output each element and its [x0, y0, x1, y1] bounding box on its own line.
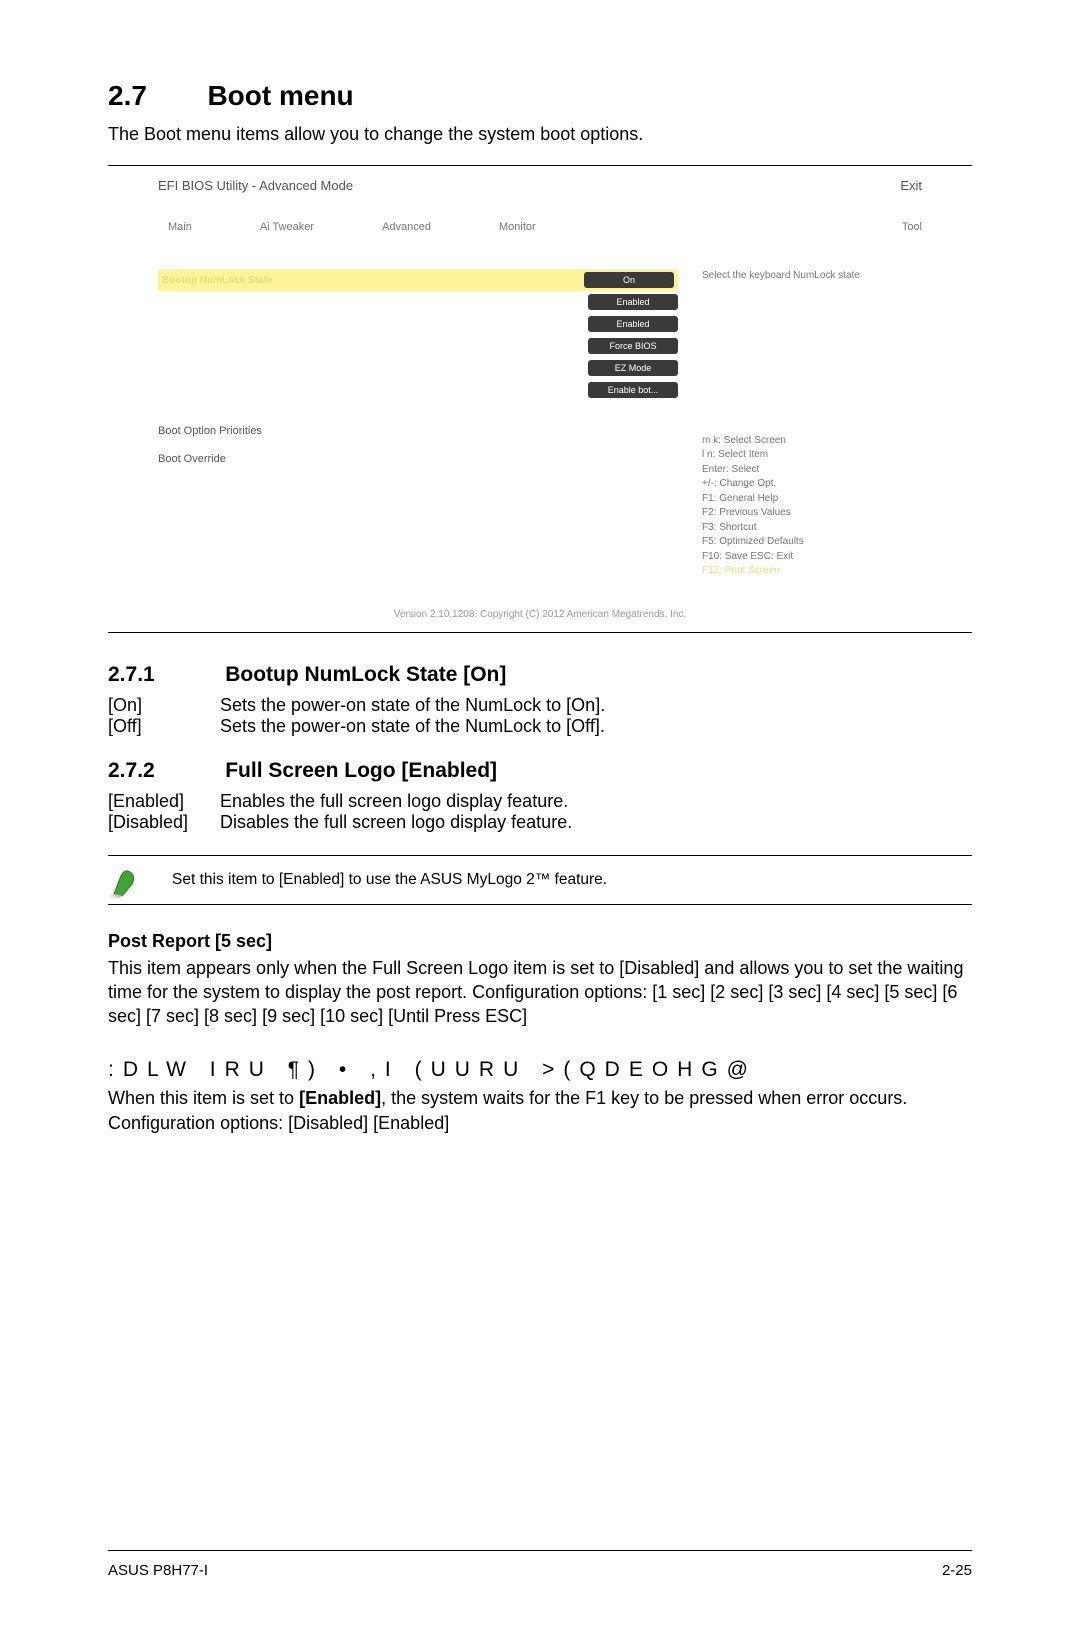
key-hint: F12: Print Screen	[702, 564, 922, 579]
heading: 2.7 Boot menu	[108, 80, 972, 112]
nav-mon: Monitor	[499, 221, 536, 233]
note-text: Set this item to [Enabled] to use the AS…	[172, 871, 607, 889]
sub-title: Full Screen Logo [Enabled]	[225, 759, 497, 782]
row-label: Bootup NumLock State	[162, 275, 273, 286]
sub-title: Bootup NumLock State [On]	[225, 663, 506, 686]
opt-key: [Off]	[108, 716, 220, 737]
pill-on: On	[584, 272, 674, 288]
key-hint: F5: Optimized Defaults	[702, 535, 922, 550]
key-hint: F10: Save ESC: Exit	[702, 550, 922, 565]
sub-num: 2.7.2	[108, 759, 220, 783]
key-hint: m k: Select Screen	[702, 434, 922, 449]
sub-num: 2.7.1	[108, 663, 220, 687]
pill: Force BIOS	[588, 338, 678, 354]
pill: Enable bot...	[588, 382, 678, 398]
opt-val: Disables the full screen logo display fe…	[220, 812, 972, 833]
note-box: Set this item to [Enabled] to use the AS…	[108, 855, 972, 905]
nav-adv: Advanced	[382, 221, 431, 233]
bios-section: Boot Option Priorities	[158, 425, 678, 437]
heading-title: Boot menu	[207, 80, 353, 111]
wait-pre: When this item is set to	[108, 1088, 299, 1108]
key-hint: +/-: Change Opt.	[702, 477, 922, 492]
bios-keys: m k: Select Screen l n: Select Item Ente…	[702, 434, 922, 579]
opt-key: [Enabled]	[108, 791, 220, 812]
intro-text: The Boot menu items allow you to change …	[108, 124, 972, 145]
nav-tool: Tool	[902, 221, 922, 233]
subheading-272: 2.7.2 Full Screen Logo [Enabled]	[108, 759, 972, 783]
nav-ai: Ai Tweaker	[260, 221, 314, 233]
bios-exit: Exit	[900, 178, 922, 193]
bios-title: EFI BIOS Utility - Advanced Mode	[158, 178, 353, 193]
post-report-heading: Post Report [5 sec]	[108, 931, 972, 952]
heading-num: 2.7	[108, 80, 203, 112]
pill: Enabled	[588, 294, 678, 310]
opt-val: Enables the full screen logo display fea…	[220, 791, 972, 812]
key-hint: F1: General Help	[702, 492, 922, 507]
footer-right: 2-25	[942, 1562, 972, 1579]
pill: Enabled	[588, 316, 678, 332]
subheading-273-garbled: :DLW IRU ¶) • ,I (UURU >(QDEOHG@	[108, 1058, 972, 1082]
post-report-body: This item appears only when the Full Scr…	[108, 956, 972, 1029]
bios-help: Select the keyboard NumLock state	[702, 269, 922, 284]
pencil-icon	[108, 860, 152, 900]
bios-copyright: Version 2.10.1208. Copyright (C) 2012 Am…	[158, 609, 922, 620]
bios-section: Boot Override	[158, 453, 678, 465]
options-271: [On]Sets the power-on state of the NumLo…	[108, 695, 972, 737]
key-hint: F3: Shortcut	[702, 521, 922, 536]
opt-val: Sets the power-on state of the NumLock t…	[220, 716, 972, 737]
wait-bold: [Enabled]	[299, 1088, 381, 1108]
pill: EZ Mode	[588, 360, 678, 376]
key-hint: l n: Select Item	[702, 448, 922, 463]
opt-key: [On]	[108, 695, 220, 716]
key-hint: F2: Previous Values	[702, 506, 922, 521]
footer-left: ASUS P8H77-I	[108, 1562, 208, 1579]
bios-nav: Main Ai Tweaker Advanced Monitor Tool	[158, 221, 922, 233]
bios-row-highlighted: Bootup NumLock State On	[158, 269, 678, 291]
wait-body: When this item is set to [Enabled], the …	[108, 1086, 972, 1135]
opt-val: Sets the power-on state of the NumLock t…	[220, 695, 972, 716]
opt-key: [Disabled]	[108, 812, 220, 833]
bios-screenshot: EFI BIOS Utility - Advanced Mode Exit Ma…	[108, 165, 972, 633]
options-272: [Enabled]Enables the full screen logo di…	[108, 791, 972, 833]
key-hint: Enter: Select	[702, 463, 922, 478]
subheading-271: 2.7.1 Bootup NumLock State [On]	[108, 663, 972, 687]
nav-main: Main	[168, 221, 192, 233]
page-footer: ASUS P8H77-I 2-25	[108, 1562, 972, 1579]
footer-rule	[108, 1550, 972, 1551]
